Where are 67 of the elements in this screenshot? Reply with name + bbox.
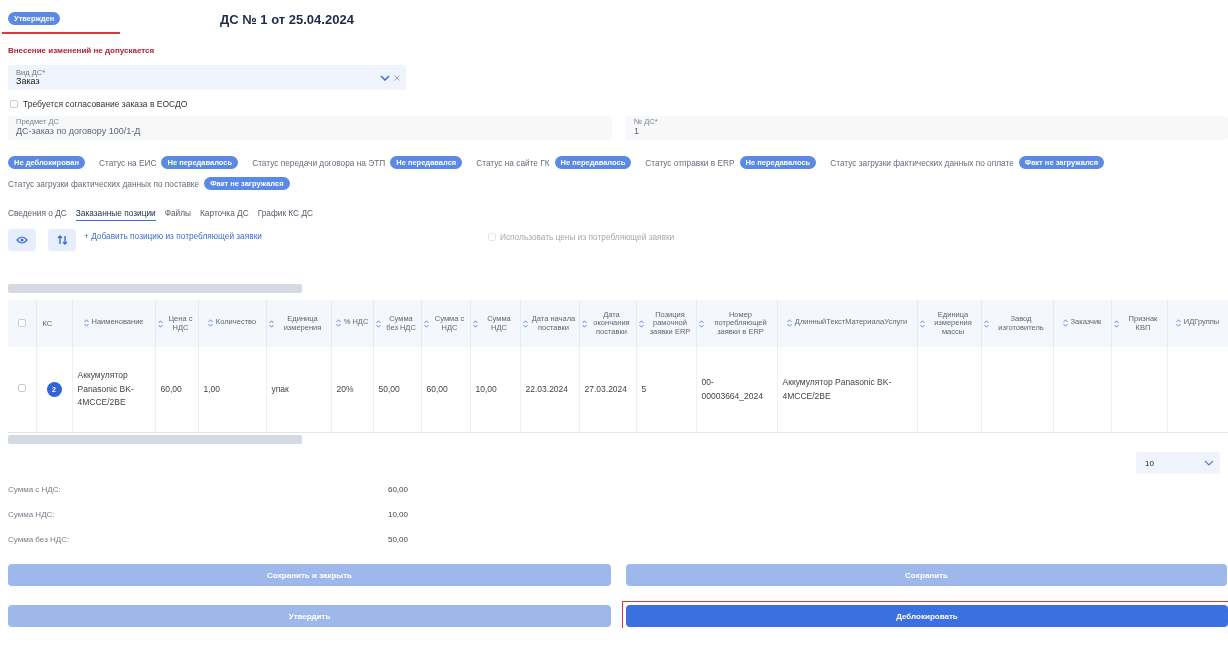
sort-icon[interactable]	[698, 319, 704, 328]
clear-icon[interactable]	[394, 74, 400, 81]
table-cell: 22.03.2024	[525, 383, 569, 394]
sort-icon[interactable]	[423, 319, 429, 328]
checkbox-label: Использовать цены из потребляющей заявки	[500, 232, 675, 242]
sort-icon[interactable]	[83, 318, 89, 327]
table-cell: упак	[271, 383, 289, 394]
tab[interactable]: Сведения о ДС	[8, 208, 67, 221]
status-label: Статус загрузки фактических данных по поставке	[8, 178, 200, 189]
total-value: 50,00	[387, 535, 408, 544]
status-label: Статус передачи договора на ЭТП	[252, 157, 386, 168]
sort-icon[interactable]	[268, 319, 274, 328]
table-cell: Аккумулятор Panasonic BK-4MCCE/2BE	[77, 370, 134, 408]
row-checkbox[interactable]	[17, 383, 26, 392]
sort-icon[interactable]	[581, 319, 587, 328]
tab[interactable]: График КС ДС	[257, 208, 314, 221]
table-cell: 5	[641, 383, 647, 394]
sort-icon[interactable]	[919, 319, 925, 328]
table-cell: 1,00	[203, 383, 221, 394]
table-cell: Аккумулятор Panasonic BK-4MCCE/2BE	[782, 376, 892, 401]
total-label: Сумма с НДС:	[8, 485, 61, 494]
scrollbar[interactable]	[8, 284, 302, 293]
sort-icon[interactable]	[472, 319, 478, 328]
status-label: Статус на сайте ГК	[476, 157, 550, 168]
add-position-link[interactable]: + Добавить позицию из потребляющей заявки	[84, 231, 474, 241]
sort-icon[interactable]	[983, 319, 989, 328]
document-title: ДС № 1 от 25.04.2024	[220, 12, 354, 27]
sort-icon[interactable]	[157, 319, 163, 328]
scrollbar[interactable]	[8, 435, 302, 444]
sort-icon[interactable]	[522, 319, 528, 328]
sort-icon[interactable]	[335, 318, 341, 327]
table-cell: 27.03.2024	[584, 383, 628, 394]
sort-icon[interactable]	[207, 318, 213, 327]
table-cell: 20%	[336, 383, 354, 394]
table-cell: 60,00	[426, 383, 448, 394]
eye-icon	[16, 236, 28, 244]
select-all-checkbox[interactable]	[17, 318, 26, 327]
tab[interactable]: Заказанные позиции	[75, 208, 156, 221]
total-label: Сумма без НДС:	[8, 535, 70, 544]
page-size-select[interactable]: 10	[1136, 452, 1220, 474]
status-label: Статус отправки в ERP	[645, 157, 735, 168]
table-cell: 10,00	[475, 383, 497, 394]
chevron-down-icon	[1204, 460, 1214, 466]
sort-arrows-icon	[56, 235, 68, 245]
total-value: 60,00	[387, 485, 408, 494]
checkbox-label: Требуется согласование заказа в ЕОСДО	[23, 99, 188, 109]
chevron-down-icon	[380, 74, 390, 81]
sort-icon[interactable]	[1113, 319, 1119, 328]
tab[interactable]: Карточка ДС	[200, 208, 249, 221]
table-cell: 60,00	[160, 383, 182, 394]
view-button[interactable]	[8, 229, 36, 251]
status-label: Статус на ЕИС	[98, 157, 157, 168]
sort-icon[interactable]	[1062, 318, 1068, 327]
table-cell: 00-00003664_2024	[701, 376, 763, 401]
sort-button[interactable]	[48, 229, 76, 251]
total-value: 10,00	[387, 510, 408, 519]
sort-icon[interactable]	[375, 319, 381, 328]
action-button[interactable]: Деблокировать	[626, 605, 1228, 627]
sort-icon[interactable]	[1175, 318, 1181, 327]
status-label: Статус загрузки фактических данных по оплате	[830, 157, 1014, 168]
table-cell: 50,00	[378, 383, 400, 394]
sort-icon[interactable]	[786, 318, 792, 327]
tab[interactable]: Файлы	[164, 208, 192, 221]
warning-text: Внесение изменений не допускается	[8, 46, 156, 55]
sort-icon[interactable]	[638, 319, 644, 328]
checkbox[interactable]	[10, 100, 18, 108]
total-label: Сумма НДС:	[8, 510, 55, 519]
